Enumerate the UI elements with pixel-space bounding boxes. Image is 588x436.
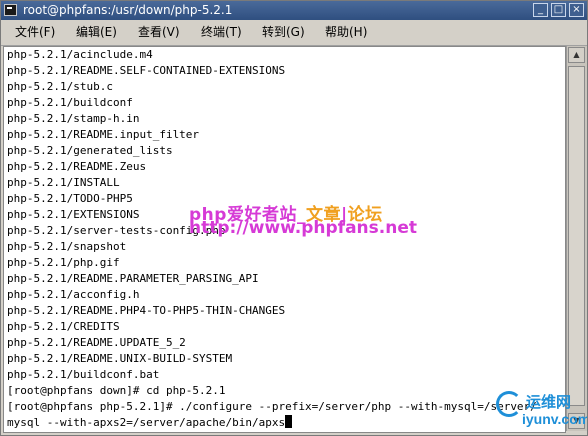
output-line: php-5.2.1/acconfig.h <box>7 288 140 301</box>
terminal-window: root@phpfans:/usr/down/php-5.2.1 _ □ × 文… <box>0 0 588 436</box>
logo-top-text: 运维网 <box>526 393 572 411</box>
output-line: php-5.2.1/acinclude.m4 <box>7 48 153 61</box>
command-text: mysql --with-apxs2=/server/apache/bin/ap… <box>7 416 286 429</box>
swirl-logo-icon <box>496 391 522 417</box>
scroll-up-icon[interactable]: ▲ <box>568 47 585 63</box>
window-title: root@phpfans:/usr/down/php-5.2.1 <box>23 3 233 17</box>
output-line: php-5.2.1/CREDITS <box>7 320 120 333</box>
maximize-button[interactable]: □ <box>551 3 566 17</box>
output-line: php-5.2.1/README.UNIX-BUILD-SYSTEM <box>7 352 233 365</box>
text-cursor <box>285 415 293 428</box>
command-line-current: mysql --with-apxs2=/server/apache/bin/ap… <box>7 415 293 431</box>
output-line: php-5.2.1/stamp-h.in <box>7 112 140 125</box>
command-line: [root@phpfans down]# cd php-5.2.1 <box>7 384 226 397</box>
vertical-scrollbar[interactable]: ▲ ▼ <box>566 46 587 431</box>
command-line: [root@phpfans php-5.2.1]# ./configure --… <box>7 400 537 413</box>
minimize-button[interactable]: _ <box>533 3 548 17</box>
output-line: php-5.2.1/INSTALL <box>7 176 120 189</box>
output-line: php-5.2.1/EXTENSIONS <box>7 208 140 221</box>
output-line: php-5.2.1/README.PHP4-TO-PHP5-THIN-CHANG… <box>7 304 286 317</box>
output-line: php-5.2.1/README.SELF-CONTAINED-EXTENSIO… <box>7 64 286 77</box>
output-line: php-5.2.1/generated_lists <box>7 144 173 157</box>
menu-bar: 文件(F) 编辑(E) 查看(V) 终端(T) 转到(G) 帮助(H) <box>1 20 587 46</box>
terminal-output[interactable]: php-5.2.1/acinclude.m4 php-5.2.1/README.… <box>3 46 566 433</box>
close-button[interactable]: × <box>569 3 584 17</box>
terminal-icon <box>4 4 17 16</box>
output-line: php-5.2.1/README.Zeus <box>7 160 147 173</box>
output-line: php-5.2.1/README.UPDATE_5_2 <box>7 336 186 349</box>
menu-view[interactable]: 查看(V) <box>138 24 180 40</box>
output-line: php-5.2.1/stub.c <box>7 80 113 93</box>
title-bar[interactable]: root@phpfans:/usr/down/php-5.2.1 _ □ × <box>1 1 587 20</box>
output-line: php-5.2.1/README.input_filter <box>7 128 200 141</box>
logo-bottom-text: iyunv.com <box>522 411 588 427</box>
menu-file[interactable]: 文件(F) <box>15 24 55 40</box>
output-line: php-5.2.1/TODO-PHP5 <box>7 192 133 205</box>
corner-logo: 运维网 iyunv.com <box>496 389 588 433</box>
output-line: php-5.2.1/buildconf.bat <box>7 368 160 381</box>
output-line: php-5.2.1/buildconf <box>7 96 133 109</box>
output-line: php-5.2.1/README.PARAMETER_PARSING_API <box>7 272 259 285</box>
menu-edit[interactable]: 编辑(E) <box>76 24 117 40</box>
watermark-url: http://www.phpfans.net <box>189 218 417 238</box>
scrollbar-thumb[interactable] <box>568 66 585 406</box>
menu-go[interactable]: 转到(G) <box>262 24 305 40</box>
output-line: php-5.2.1/php.gif <box>7 256 120 269</box>
menu-terminal[interactable]: 终端(T) <box>201 24 242 40</box>
menu-help[interactable]: 帮助(H) <box>325 24 367 40</box>
output-line: php-5.2.1/snapshot <box>7 240 127 253</box>
